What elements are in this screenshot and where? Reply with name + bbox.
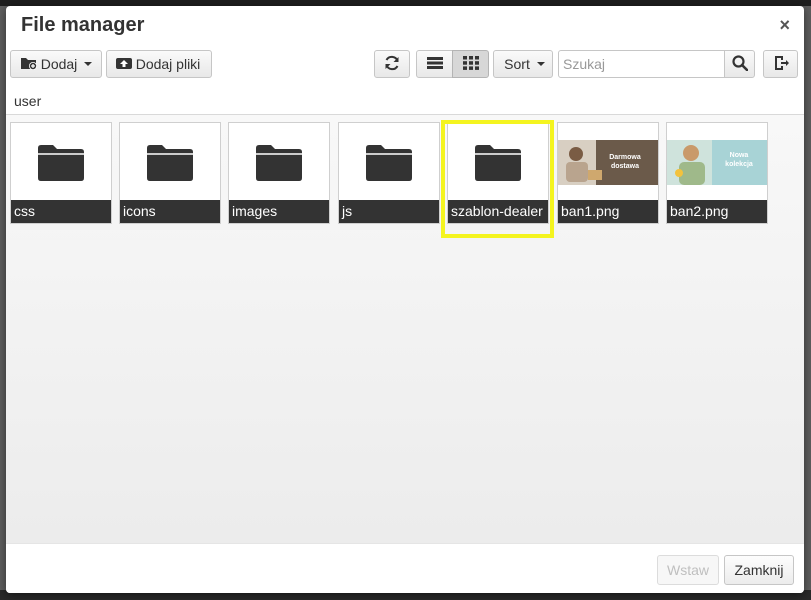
file-name: szablon-dealer <box>448 200 548 223</box>
folder-icon <box>120 123 220 200</box>
file-grid: css icons images js szablon-dealer Darmo… <box>6 115 804 543</box>
file-tile-szablon-dealer[interactable]: szablon-dealer <box>447 122 549 224</box>
refresh-icon <box>383 54 401 75</box>
folder-icon <box>229 123 329 200</box>
banner-text: dostawa <box>611 163 639 170</box>
list-view-button[interactable] <box>416 50 453 78</box>
folder-icon <box>11 123 111 200</box>
banner-text: Darmowa <box>609 154 641 161</box>
chevron-down-icon <box>84 62 93 66</box>
file-tile-css[interactable]: css <box>10 122 112 224</box>
folder-add-icon <box>20 56 38 73</box>
image-thumbnail: Darmowa dostawa <box>558 123 658 200</box>
dialog-footer: Wstaw Zamknij <box>6 543 804 593</box>
file-name: images <box>229 200 329 223</box>
folder-icon <box>448 123 548 200</box>
file-name: icons <box>120 200 220 223</box>
dialog-header: File manager × <box>6 6 804 45</box>
folder-icon <box>339 123 439 200</box>
file-name: ban2.png <box>667 200 767 223</box>
search-icon <box>731 54 748 74</box>
exit-button[interactable] <box>763 50 798 78</box>
upload-label: Dodaj pliki <box>135 56 201 72</box>
upload-icon <box>115 56 133 73</box>
add-dropdown-button[interactable]: Dodaj <box>10 50 102 78</box>
banner-text: Nowa <box>730 152 749 159</box>
sort-label: Sort <box>504 56 530 72</box>
search-input[interactable] <box>558 50 725 78</box>
upload-files-button[interactable]: Dodaj pliki <box>106 50 212 78</box>
search-button[interactable] <box>724 50 755 78</box>
grid-view-button[interactable] <box>452 50 489 78</box>
file-manager-dialog: File manager × Dodaj Dodaj pliki Sort Sz… <box>6 6 804 593</box>
image-thumbnail: Nowa kolekcja <box>667 123 767 200</box>
file-tile-icons[interactable]: icons <box>119 122 221 224</box>
dialog-title: File manager <box>21 14 145 36</box>
file-tile-images[interactable]: images <box>228 122 330 224</box>
file-name: css <box>11 200 111 223</box>
refresh-button[interactable] <box>374 50 410 78</box>
sort-dropdown-button[interactable]: Sort <box>493 50 553 78</box>
grid-view-icon <box>462 55 479 73</box>
file-tile-ban1[interactable]: Darmowa dostawa ban1.png <box>557 122 659 224</box>
close-button[interactable]: Zamknij <box>724 555 794 585</box>
banner-text: kolekcja <box>725 161 753 168</box>
file-tile-js[interactable]: js <box>338 122 440 224</box>
list-view-icon <box>426 56 443 73</box>
file-name: ban1.png <box>558 200 658 223</box>
file-tile-ban2[interactable]: Nowa kolekcja ban2.png <box>666 122 768 224</box>
breadcrumb: user <box>6 88 804 115</box>
add-label: Dodaj <box>40 56 78 72</box>
chevron-down-icon <box>536 62 545 66</box>
close-icon[interactable]: × <box>779 15 790 36</box>
file-name: js <box>339 200 439 223</box>
exit-icon <box>773 55 789 74</box>
insert-button[interactable]: Wstaw <box>657 555 719 585</box>
breadcrumb-path[interactable]: user <box>14 93 41 109</box>
toolbar: Dodaj Dodaj pliki Sort Szukaj <box>6 44 804 88</box>
